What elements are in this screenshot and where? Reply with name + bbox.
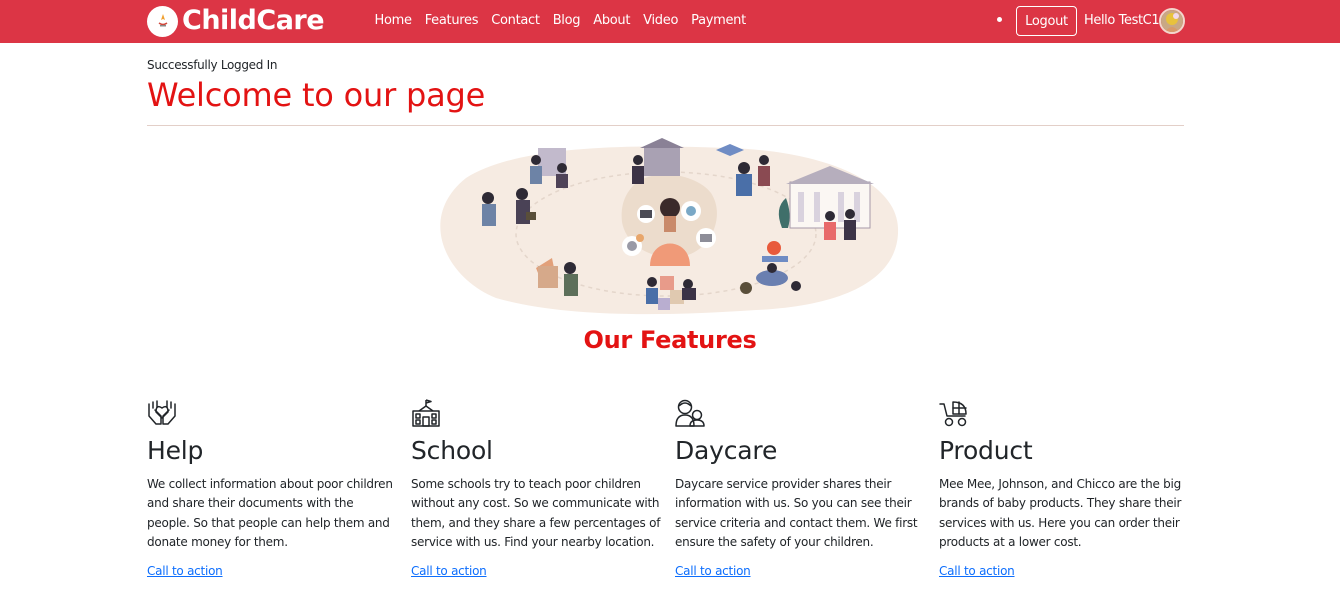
brand-link[interactable]: ChildCare bbox=[147, 5, 325, 37]
logout-button[interactable]: Logout bbox=[1016, 6, 1077, 36]
navbar: ChildCare Home Features Contact Blog Abo… bbox=[0, 0, 1340, 43]
feature-school: School Some schools try to teach poor ch… bbox=[411, 398, 661, 578]
feature-school-cta-link[interactable]: Call to action bbox=[411, 564, 487, 578]
dot-icon bbox=[997, 17, 1002, 22]
user-greeting: Hello TestC1 bbox=[1084, 13, 1160, 28]
feature-product: Product Mee Mee, Johnson, and Chicco are… bbox=[939, 398, 1189, 578]
nav-home[interactable]: Home bbox=[368, 12, 418, 30]
hero-illustration bbox=[426, 138, 902, 320]
feature-text: We collect information about poor childr… bbox=[147, 477, 393, 549]
feature-text: Mee Mee, Johnson, and Chicco are the big… bbox=[939, 477, 1182, 549]
childcare-logo-icon bbox=[147, 5, 178, 37]
main-nav: Home Features Contact Blog About Video P… bbox=[368, 12, 752, 30]
divider bbox=[147, 125, 1184, 126]
nav-contact[interactable]: Contact bbox=[485, 12, 546, 30]
feature-text: Daycare service provider shares their in… bbox=[675, 477, 918, 549]
feature-title: Daycare bbox=[675, 436, 778, 465]
helping-hands-icon bbox=[147, 398, 177, 428]
avatar[interactable] bbox=[1159, 8, 1185, 34]
feature-help: Help We collect information about poor c… bbox=[147, 398, 397, 578]
feature-daycare-cta-link[interactable]: Call to action bbox=[675, 564, 751, 578]
brand-name: ChildCare bbox=[182, 5, 325, 36]
feature-help-cta-link[interactable]: Call to action bbox=[147, 564, 223, 578]
page-title: Welcome to our page bbox=[147, 76, 486, 114]
feature-daycare: Daycare Daycare service provider shares … bbox=[675, 398, 925, 578]
features-heading: Our Features bbox=[583, 326, 757, 354]
login-status: Successfully Logged In bbox=[147, 58, 278, 72]
nav-blog[interactable]: Blog bbox=[546, 12, 587, 30]
feature-title: Help bbox=[147, 436, 204, 465]
nav-video[interactable]: Video bbox=[637, 12, 685, 30]
feature-title: Product bbox=[939, 436, 1033, 465]
feature-text: Some schools try to teach poor children … bbox=[411, 477, 661, 549]
baby-stroller-icon bbox=[939, 398, 969, 428]
nav-features[interactable]: Features bbox=[418, 12, 485, 30]
school-building-icon bbox=[411, 398, 441, 428]
nav-payment[interactable]: Payment bbox=[685, 12, 753, 30]
feature-title: School bbox=[411, 436, 493, 465]
nav-about[interactable]: About bbox=[587, 12, 637, 30]
parent-child-icon bbox=[675, 398, 705, 428]
feature-product-cta-link[interactable]: Call to action bbox=[939, 564, 1015, 578]
